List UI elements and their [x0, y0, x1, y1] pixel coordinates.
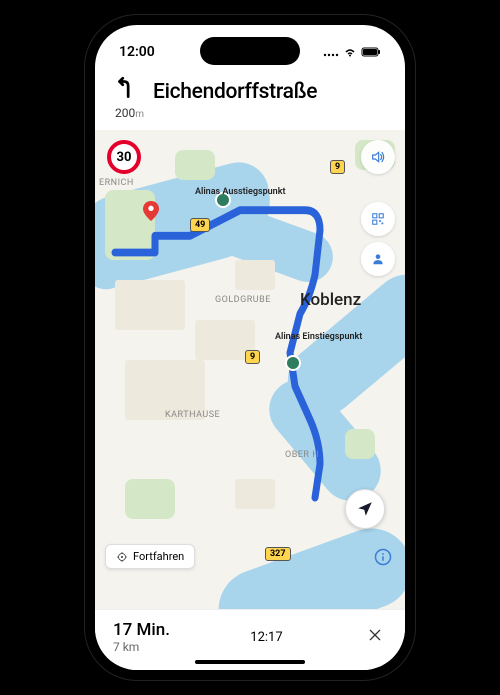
- signal-icon: [323, 47, 339, 57]
- status-icons: [323, 47, 381, 57]
- city-label: Koblenz: [300, 290, 361, 310]
- continue-button[interactable]: Fortfahren: [105, 544, 195, 569]
- wifi-icon: [343, 47, 357, 57]
- area-label: GOLDGRUBE: [215, 295, 271, 305]
- route-polyline: [95, 130, 405, 609]
- turn-left-icon: [113, 75, 139, 108]
- road-shield: 9: [330, 160, 345, 174]
- poi-dropoff-label: Alinas Ausstiegspunkt: [195, 187, 285, 197]
- location-arrow-icon: [356, 500, 374, 518]
- pickup-point-icon: [285, 355, 301, 371]
- crosshair-icon: [116, 551, 128, 563]
- speed-limit-sign: 30: [107, 140, 141, 174]
- clock: 12:00: [119, 44, 155, 60]
- qr-button[interactable]: [361, 202, 395, 236]
- poi-pickup-label: Alinas Einstiegspunkt: [275, 332, 362, 342]
- qr-icon: [371, 212, 385, 226]
- arrival-time: 12:17: [250, 630, 282, 645]
- person-icon: [371, 252, 385, 266]
- sound-button[interactable]: [361, 140, 395, 174]
- road-shield: 49: [190, 218, 210, 232]
- close-icon: [367, 627, 383, 643]
- trip-duration: 17 Min.: [113, 620, 170, 640]
- info-button[interactable]: [371, 545, 395, 569]
- trip-distance: 7 km: [113, 640, 170, 654]
- recenter-button[interactable]: [345, 489, 385, 529]
- continue-label: Fortfahren: [133, 550, 184, 563]
- map-canvas[interactable]: ERNICH GOLDGRUBE KARTHAUSE OBER H Koblen…: [95, 130, 405, 609]
- info-icon: [374, 548, 392, 566]
- close-button[interactable]: [363, 623, 387, 652]
- navigation-header: Eichendorffstraße 200m: [95, 69, 405, 130]
- area-label: KARTHAUSE: [165, 410, 220, 420]
- home-indicator: [195, 660, 305, 664]
- turn-distance: 200m: [115, 106, 387, 120]
- area-label: OBER H: [285, 450, 319, 460]
- area-label: ERNICH: [99, 178, 134, 188]
- road-shield: 327: [265, 547, 291, 561]
- speaker-icon: [370, 149, 386, 165]
- destination-pin-icon: [143, 200, 159, 222]
- battery-icon: [361, 47, 381, 57]
- road-shield: 9: [245, 350, 260, 364]
- street-name: Eichendorffstraße: [153, 80, 317, 104]
- trip-info: 17 Min. 7 km: [113, 620, 170, 654]
- profile-button[interactable]: [361, 242, 395, 276]
